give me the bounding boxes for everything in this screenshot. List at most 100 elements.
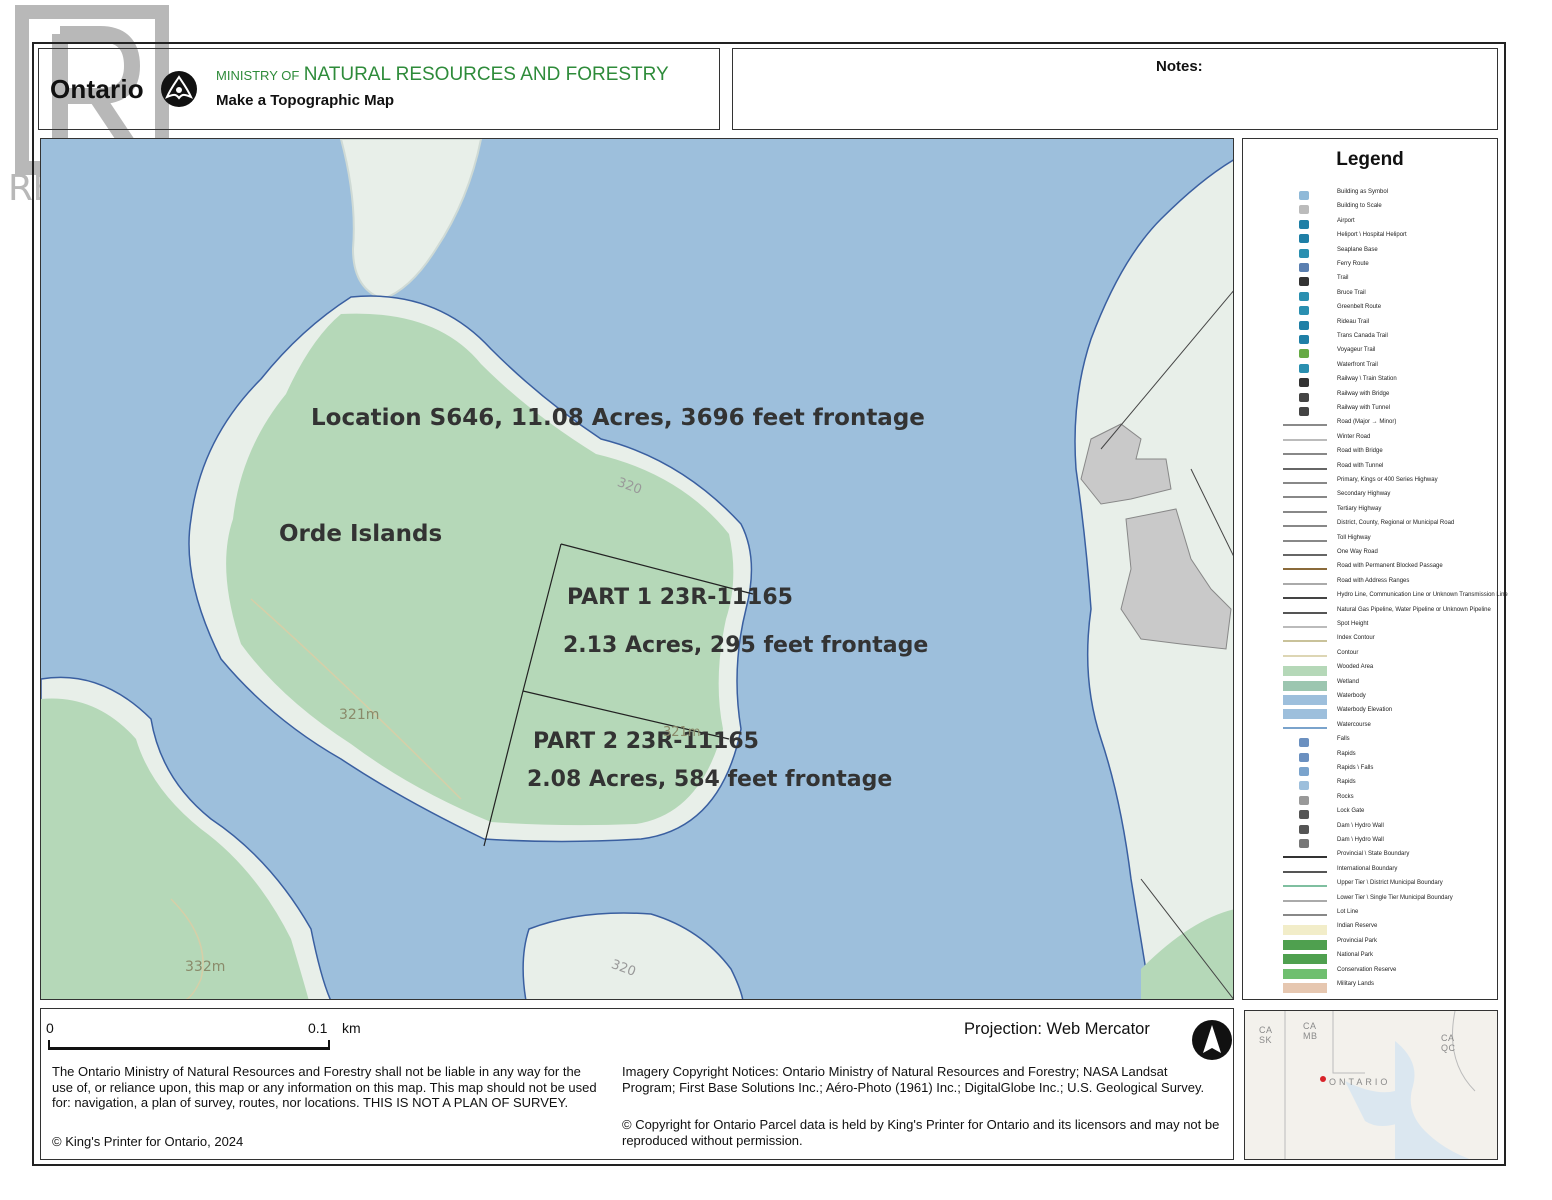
- ministry-name: NATURAL RESOURCES AND FORESTRY: [303, 64, 669, 85]
- legend-item: Building as Symbol: [1243, 189, 1499, 201]
- legend-item: Road with Tunnel: [1243, 463, 1499, 475]
- legend-symbol-icon: [1299, 378, 1309, 388]
- legend-item-label: Watercourse: [1337, 721, 1371, 728]
- trillium-logo-icon: [160, 70, 198, 108]
- legend-item-label: Railway with Bridge: [1337, 390, 1390, 397]
- inset-label-ca-qc: CA QC: [1441, 1033, 1456, 1053]
- legend-item-label: Rapids: [1337, 779, 1356, 786]
- legend-symbol-icon: [1283, 968, 1327, 979]
- legend-item: Rapids \ Falls: [1243, 765, 1499, 777]
- legend-item: Watercourse: [1243, 722, 1499, 734]
- legend-item-label: Road (Major → Minor): [1337, 419, 1397, 426]
- legend-item: Military Lands: [1243, 981, 1499, 993]
- legend-item-label: Building to Scale: [1337, 203, 1382, 210]
- inset-label-ca-sk: CA SK: [1259, 1025, 1273, 1045]
- legend-item: Seaplane Base: [1243, 247, 1499, 259]
- legend-symbol-icon: [1299, 810, 1309, 820]
- legend-item-label: Lower Tier \ Single Tier Municipal Bound…: [1337, 894, 1453, 901]
- legend-item-label: Falls: [1337, 736, 1350, 743]
- legend-symbol-icon: [1299, 335, 1309, 344]
- legend-symbol-icon: [1299, 291, 1309, 301]
- legend-symbol-icon: [1299, 824, 1309, 834]
- legend-item: Tertiary Highway: [1243, 506, 1499, 518]
- legend-symbol-icon: [1283, 424, 1327, 427]
- legend-item: Wetland: [1243, 679, 1499, 691]
- legend-symbol-icon: [1283, 983, 1327, 993]
- legend-item-label: Winter Road: [1337, 433, 1371, 440]
- legend-symbol-icon: [1299, 767, 1309, 776]
- legend-item-label: Rocks: [1337, 793, 1354, 800]
- topographic-map[interactable]: Location S646, 11.08 Acres, 3696 feet fr…: [40, 138, 1234, 1000]
- legend-item: Bruce Trail: [1243, 290, 1499, 302]
- legend-symbol-icon: [1299, 191, 1309, 200]
- legend-symbol-icon: [1283, 654, 1327, 657]
- location-label: Location S646, 11.08 Acres, 3696 feet fr…: [311, 405, 925, 431]
- map-canvas: [41, 139, 1233, 999]
- legend-symbol-icon: [1283, 611, 1327, 614]
- legend-item: Contour: [1243, 650, 1499, 662]
- legend-item: Primary, Kings or 400 Series Highway: [1243, 477, 1499, 489]
- legend-item-label: Index Contour: [1337, 635, 1375, 642]
- legend-symbol-icon: [1299, 363, 1309, 373]
- legend-item: District, County, Regional or Municipal …: [1243, 520, 1499, 532]
- legend-item: Upper Tier \ District Municipal Boundary: [1243, 880, 1499, 892]
- legend-symbol-icon: [1299, 219, 1309, 229]
- legend-item-label: Waterfront Trail: [1337, 361, 1378, 368]
- legend-item: Airport: [1243, 218, 1499, 230]
- scale-bar: [48, 1040, 330, 1050]
- legend-item: Conservation Reserve: [1243, 967, 1499, 979]
- legend-item: Hydro Line, Communication Line or Unknow…: [1243, 592, 1508, 604]
- legend-item-label: Bruce Trail: [1337, 289, 1366, 296]
- legend-symbol-icon: [1283, 453, 1327, 456]
- legend-item-label: Provincial \ State Boundary: [1337, 851, 1410, 858]
- legend-item-label: Road with Tunnel: [1337, 462, 1384, 469]
- legend-item: Wooded Area: [1243, 664, 1499, 677]
- legend-item-label: Military Lands: [1337, 981, 1375, 987]
- legend-item: Rapids: [1243, 751, 1499, 763]
- legend-symbol-icon: [1283, 680, 1327, 691]
- legend-item: Voyageur Trail: [1243, 347, 1499, 359]
- legend-item-label: Wooded Area: [1337, 664, 1374, 671]
- legend-item: Road (Major → Minor): [1243, 419, 1499, 431]
- legend-symbol-icon: [1283, 954, 1327, 965]
- legend-symbol-icon: [1299, 407, 1309, 416]
- notes-box: [732, 48, 1498, 130]
- legend-item-label: Voyageur Trail: [1337, 347, 1376, 354]
- legend-symbol-icon: [1299, 277, 1309, 287]
- legend-symbol-icon: [1283, 695, 1327, 705]
- legend-item-label: Seaplane Base: [1337, 246, 1378, 253]
- scale-zero-label: 0: [46, 1020, 54, 1036]
- legend-symbol-icon: [1283, 726, 1327, 729]
- legend-item: Railway with Bridge: [1243, 391, 1499, 403]
- legend-item-label: Trail: [1337, 275, 1349, 282]
- scale-value-label: 0.1: [308, 1020, 328, 1036]
- legend-item-label: District, County, Regional or Municipal …: [1337, 520, 1455, 527]
- legend-item-label: Conservation Reserve: [1337, 966, 1397, 973]
- legend-symbol-icon: [1283, 914, 1327, 916]
- legend-item-label: Rapids: [1337, 750, 1356, 757]
- copyright-text: © King's Printer for Ontario, 2024: [52, 1134, 244, 1149]
- legend-item-label: Heliport \ Hospital Heliport: [1337, 232, 1407, 239]
- legend-item: Dam \ Hydro Wall: [1243, 837, 1499, 849]
- legend-symbol-icon: [1283, 597, 1327, 600]
- legend-symbol-icon: [1299, 392, 1309, 402]
- notes-label: Notes:: [1156, 58, 1203, 75]
- legend-symbol-icon: [1283, 870, 1327, 873]
- legend-symbol-icon: [1283, 939, 1327, 950]
- legend-item: Index Contour: [1243, 635, 1499, 647]
- legend-symbol-icon: [1283, 885, 1327, 888]
- legend-symbol-icon: [1299, 795, 1309, 805]
- legend-item-label: Primary, Kings or 400 Series Highway: [1337, 477, 1438, 483]
- legend-symbol-icon: [1283, 525, 1327, 528]
- legend-item-label: Spot Height: [1337, 621, 1369, 627]
- legend-item: Railway with Tunnel: [1243, 405, 1499, 417]
- legend-item-label: One Way Road: [1337, 549, 1378, 555]
- legend-item: Trans Canada Trail: [1243, 333, 1499, 345]
- legend-symbol-icon: [1283, 666, 1327, 677]
- legend-item-label: Toll Highway: [1337, 534, 1371, 541]
- spot-height-label-c: 332m: [185, 959, 226, 975]
- legend-item: Building to Scale: [1243, 203, 1499, 215]
- legend-symbol-icon: [1299, 839, 1309, 848]
- legend-symbol-icon: [1283, 496, 1327, 499]
- spot-height-label: 321m: [339, 707, 380, 723]
